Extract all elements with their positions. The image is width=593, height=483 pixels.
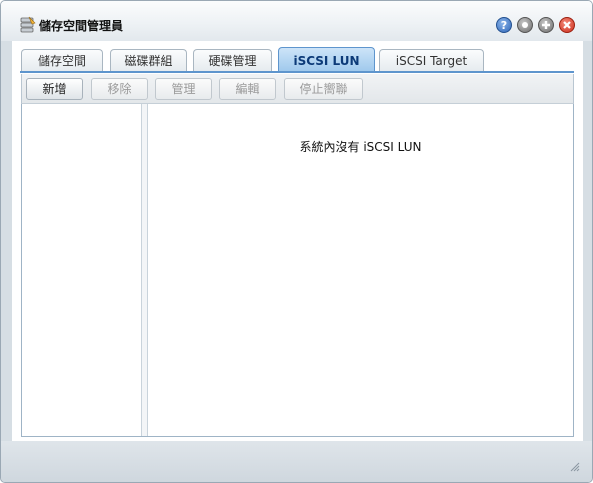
storage-manager-window: 儲存空間管理員 ? 儲存空間 磁碟群組 硬碟管理 iSCSI LUN iSCSI… xyxy=(0,0,593,483)
manage-button[interactable]: 管理 xyxy=(155,78,212,100)
tab-iscsi-target[interactable]: iSCSI Target xyxy=(379,49,484,71)
create-button[interactable]: 新增 xyxy=(26,78,83,100)
lun-list-pane[interactable] xyxy=(22,104,142,436)
resize-grip-icon[interactable] xyxy=(570,462,580,472)
tab-storage-space[interactable]: 儲存空間 xyxy=(21,49,103,71)
help-icon[interactable]: ? xyxy=(496,17,512,33)
status-bar xyxy=(1,441,592,482)
unmap-button[interactable]: 停止嚮聯 xyxy=(284,78,363,100)
empty-state-message: 系統內沒有 iSCSI LUN xyxy=(299,140,422,154)
remove-button[interactable]: 移除 xyxy=(91,78,148,100)
tab-disk-groups[interactable]: 磁碟群組 xyxy=(110,49,187,71)
content-area: 儲存空間 磁碟群組 硬碟管理 iSCSI LUN iSCSI Target 新增… xyxy=(12,41,583,441)
close-icon[interactable] xyxy=(559,17,575,33)
tab-disk-management[interactable]: 硬碟管理 xyxy=(193,49,272,71)
window-title: 儲存空間管理員 xyxy=(39,19,124,33)
toolbar: 新增 移除 管理 編輯 停止嚮聯 xyxy=(21,74,574,104)
tab-iscsi-lun[interactable]: iSCSI LUN xyxy=(278,47,375,73)
minimize-icon[interactable] xyxy=(517,17,533,33)
tab-underline xyxy=(20,71,574,73)
title-bar[interactable]: 儲存空間管理員 ? xyxy=(1,1,592,41)
main-panel: 系統內沒有 iSCSI LUN xyxy=(21,104,574,437)
maximize-icon[interactable] xyxy=(538,17,554,33)
storage-manager-icon xyxy=(20,16,36,33)
edit-button[interactable]: 編輯 xyxy=(219,78,276,100)
